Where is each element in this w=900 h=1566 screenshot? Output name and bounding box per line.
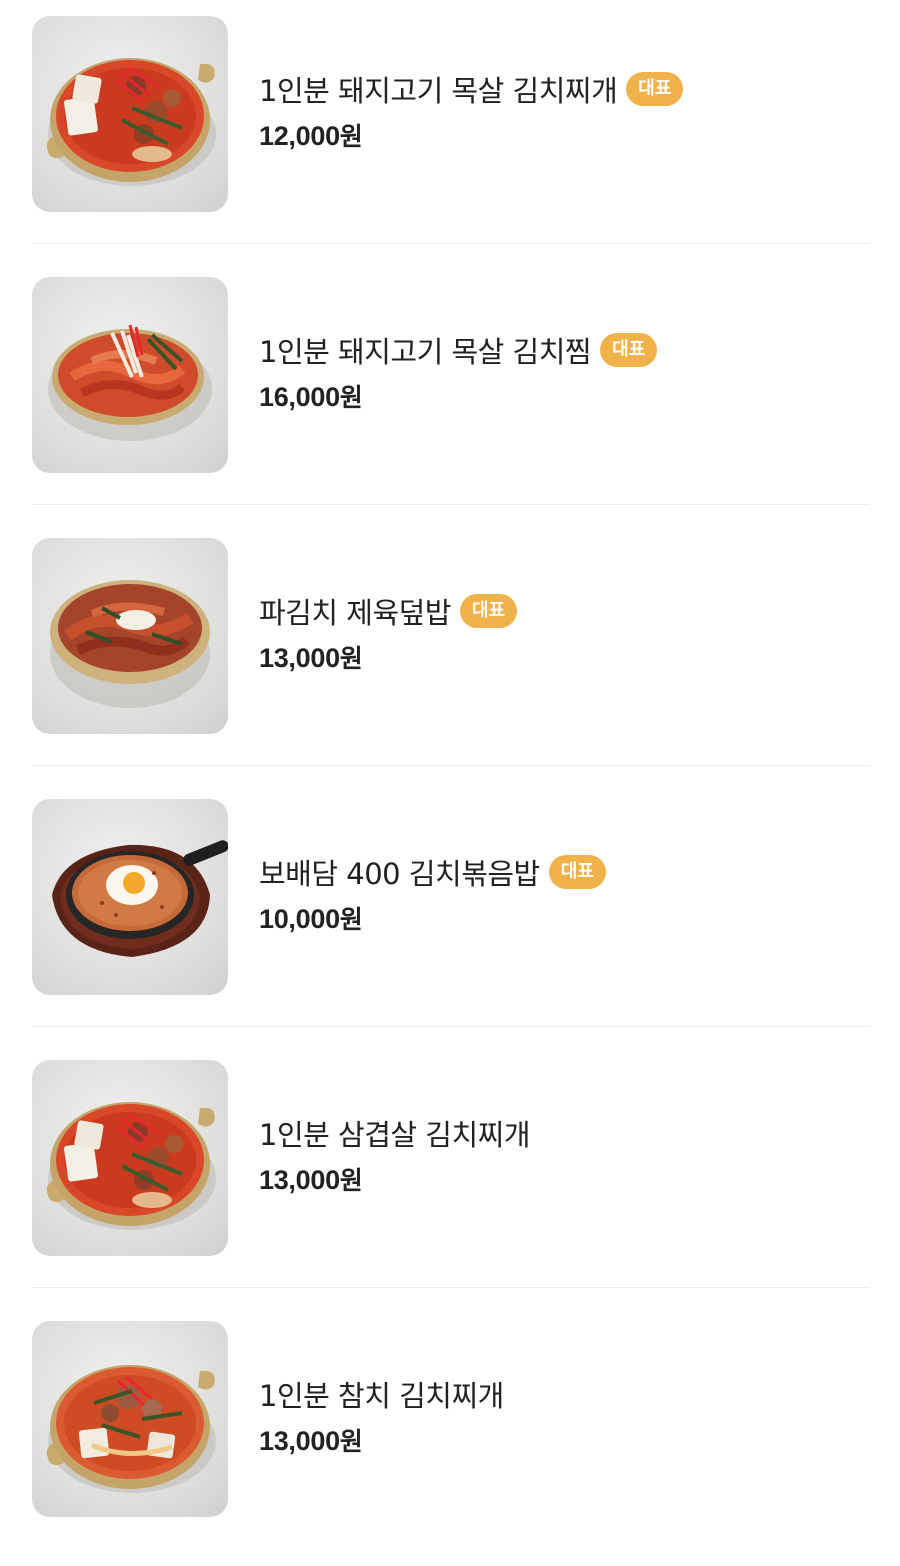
menu-item-name: 1인분 참치 김치찌개 xyxy=(259,1379,504,1413)
signature-badge: 대표 xyxy=(459,594,518,628)
menu-item-price: 13,000원 xyxy=(259,1422,859,1458)
kimchi-fried-rice-skillet-image xyxy=(52,840,228,957)
divider xyxy=(32,504,870,505)
menu-item-info: 1인분 삼겹살 김치찌개 13,000원 xyxy=(259,1111,859,1197)
menu-item-title-row: 1인분 삼겹살 김치찌개 xyxy=(259,1111,859,1155)
menu-item-photo[interactable] xyxy=(32,538,228,734)
divider xyxy=(32,243,870,244)
menu-item-price: 12,000원 xyxy=(259,117,859,153)
divider xyxy=(32,1026,870,1027)
menu-item-info: 보배담 400 김치볶음밥 대표 10,000원 xyxy=(259,850,859,936)
braised-kimchi-plate-image xyxy=(48,324,212,441)
menu-item[interactable]: 1인분 돼지고기 목살 김치찌개 대표 12,000원 xyxy=(0,0,900,261)
menu-item-name: 보배담 400 김치볶음밥 xyxy=(259,857,540,891)
menu-item-info: 1인분 돼지고기 목살 김치찜 대표 16,000원 xyxy=(259,328,859,414)
menu-item-price: 13,000원 xyxy=(259,639,859,675)
price-amount: 12,000 xyxy=(259,121,340,151)
menu-item-title-row: 보배담 400 김치볶음밥 대표 xyxy=(259,850,859,894)
menu-item-info: 1인분 돼지고기 목살 김치찌개 대표 12,000원 xyxy=(259,67,859,153)
price-currency: 원 xyxy=(339,644,363,673)
menu-item-name: 1인분 돼지고기 목살 김치찌개 xyxy=(259,74,618,108)
menu-item-price: 16,000원 xyxy=(259,378,859,414)
menu-item-info: 파김치 제육덮밥 대표 13,000원 xyxy=(259,589,859,675)
menu-item-photo[interactable] xyxy=(32,1060,228,1256)
price-amount: 13,000 xyxy=(259,1165,340,1195)
price-amount: 13,000 xyxy=(259,643,340,673)
menu-item[interactable]: 1인분 참치 김치찌개 13,000원 xyxy=(0,1305,900,1566)
menu-item-title-row: 1인분 돼지고기 목살 김치찌개 대표 xyxy=(259,67,859,111)
menu-item-name: 1인분 돼지고기 목살 김치찜 xyxy=(259,335,592,369)
menu-item-price: 13,000원 xyxy=(259,1161,859,1197)
menu-item-title-row: 1인분 돼지고기 목살 김치찜 대표 xyxy=(259,328,859,372)
menu-item-name: 파김치 제육덮밥 xyxy=(259,596,451,630)
menu-item-photo[interactable] xyxy=(32,1321,228,1517)
price-currency: 원 xyxy=(339,1166,363,1195)
divider xyxy=(32,1287,870,1288)
menu-item[interactable]: 보배담 400 김치볶음밥 대표 10,000원 xyxy=(0,783,900,1044)
menu-item[interactable]: 1인분 삼겹살 김치찌개 13,000원 xyxy=(0,1044,900,1305)
menu-item-name: 1인분 삼겹살 김치찌개 xyxy=(259,1118,531,1152)
tuna-kimchi-stew-pot-image xyxy=(46,1365,216,1493)
divider xyxy=(32,765,870,766)
menu-item-title-row: 1인분 참치 김치찌개 xyxy=(259,1372,859,1416)
menu-item[interactable]: 파김치 제육덮밥 대표 13,000원 xyxy=(0,522,900,783)
price-currency: 원 xyxy=(339,122,363,151)
menu-item-photo[interactable] xyxy=(32,799,228,995)
signature-badge: 대표 xyxy=(626,72,684,106)
price-currency: 원 xyxy=(339,1427,363,1456)
kimchi-stew-pot-image xyxy=(46,1102,216,1230)
menu-item-info: 1인분 참치 김치찌개 13,000원 xyxy=(259,1372,859,1458)
menu-item-photo[interactable] xyxy=(32,277,228,473)
spicy-pork-rice-bowl-image xyxy=(50,580,210,708)
price-currency: 원 xyxy=(339,905,363,934)
price-currency: 원 xyxy=(339,383,363,412)
price-amount: 16,000 xyxy=(259,382,340,412)
kimchi-stew-pot-image xyxy=(46,58,216,186)
signature-badge: 대표 xyxy=(600,333,658,367)
menu-item-photo[interactable] xyxy=(32,16,228,212)
menu-item-price: 10,000원 xyxy=(259,900,859,936)
price-amount: 10,000 xyxy=(259,904,340,934)
signature-badge: 대표 xyxy=(548,855,606,889)
menu-item[interactable]: 1인분 돼지고기 목살 김치찜 대표 16,000원 xyxy=(0,261,900,522)
price-amount: 13,000 xyxy=(259,1426,340,1456)
menu-item-title-row: 파김치 제육덮밥 대표 xyxy=(259,589,859,633)
menu-list: 1인분 돼지고기 목살 김치찌개 대표 12,000원 1인분 돼지고기 목살 … xyxy=(0,0,900,1566)
